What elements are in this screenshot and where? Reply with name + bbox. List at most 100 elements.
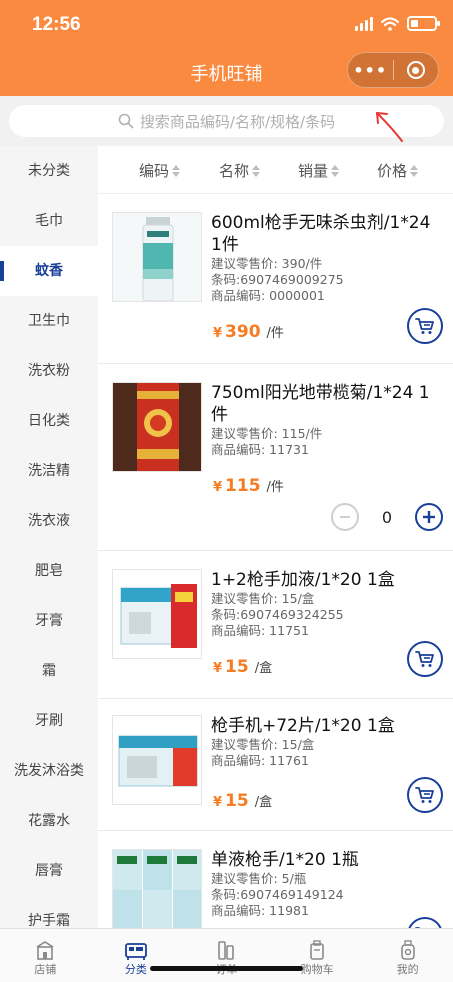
product-item[interactable]: 枪手机+72片/1*20 1盒 建议零售价: 15/盒 商品编码: 11761 … — [98, 699, 453, 831]
product-price: ¥ 15 /盒 — [213, 791, 272, 811]
product-list: 600ml枪手无味杀虫剂/1*24 1件 建议零售价: 390/件 条码:690… — [98, 194, 453, 928]
sidebar-item-mosquito-coil[interactable]: 蚊香 — [0, 246, 98, 296]
sort-sales-label: 销量 — [298, 162, 329, 180]
product-retail-price: 建议零售价: 15/盒 — [211, 591, 315, 606]
product-code: 商品编码: 11751 — [211, 623, 309, 638]
price-unit: /件 — [266, 326, 284, 341]
product-barcode: 条码:6907469324255 — [211, 607, 344, 622]
tab-shop[interactable]: 店铺 — [0, 929, 91, 982]
product-image — [112, 849, 202, 928]
tab-label: 分类 — [124, 963, 147, 976]
sidebar-item-soap[interactable]: 肥皂 — [0, 546, 98, 596]
search-icon — [118, 113, 134, 129]
annotation-arrow-icon — [376, 112, 403, 142]
close-miniprogram-button[interactable] — [393, 61, 438, 79]
product-image — [112, 212, 202, 302]
product-name: 1+2枪手加液/1*20 1盒 — [211, 570, 395, 590]
product-name-line: 750ml阳光地带榄菊/1*24 1 — [211, 383, 430, 403]
product-image — [112, 382, 202, 472]
price-value: 15 — [225, 791, 249, 811]
product-retail-price: 建议零售价: 115/件 — [211, 426, 323, 441]
app-header: 12:56 手机旺铺 ••• — [0, 0, 453, 96]
sidebar-item-toothpaste[interactable]: 牙膏 — [0, 596, 98, 646]
tab-label: 店铺 — [34, 963, 57, 976]
currency-symbol: ¥ — [213, 795, 223, 810]
product-name: 枪手机+72片/1*20 1盒 — [211, 716, 395, 736]
add-to-cart-button[interactable] — [407, 641, 443, 677]
product-name-line: 600ml枪手无味杀虫剂/1*24 — [211, 213, 431, 233]
quantity-value[interactable]: 0 — [359, 508, 415, 527]
tab-orders[interactable]: 订单 — [181, 929, 272, 982]
product-image — [112, 569, 202, 659]
product-name: 单液枪手/1*20 1瓶 — [211, 850, 359, 870]
product-name-line: 1件 — [211, 235, 239, 255]
price-value: 15 — [225, 657, 249, 677]
sort-arrows-icon — [410, 164, 419, 177]
sort-name-label: 名称 — [219, 162, 250, 180]
sidebar-item-sanitary-pad[interactable]: 卫生巾 — [0, 296, 98, 346]
decrease-quantity-button[interactable] — [331, 503, 359, 531]
sort-code-label: 编码 — [139, 162, 170, 180]
sidebar-item-daily-chemicals[interactable]: 日化类 — [0, 396, 98, 446]
tab-profile[interactable]: 我的 — [362, 929, 453, 982]
sidebar-item-floral-water[interactable]: 花露水 — [0, 796, 98, 846]
product-item[interactable]: 600ml枪手无味杀虫剂/1*24 1件 建议零售价: 390/件 条码:690… — [98, 194, 453, 364]
product-item[interactable]: 750ml阳光地带榄菊/1*24 1 件 建议零售价: 115/件 商品编码: … — [98, 364, 453, 551]
product-item[interactable]: 1+2枪手加液/1*20 1盒 建议零售价: 15/盒 条码:690746932… — [98, 551, 453, 699]
sort-by-name[interactable]: 名称 — [219, 160, 261, 181]
add-to-cart-button[interactable] — [407, 308, 443, 344]
plus-icon — [423, 511, 435, 523]
product-price: ¥ 390 /件 — [213, 322, 284, 342]
product-barcode: 条码:6907469009275 — [211, 272, 344, 287]
product-retail-price: 建议零售价: 390/件 — [211, 256, 323, 271]
add-to-cart-button[interactable] — [407, 917, 443, 928]
sort-price-label: 价格 — [377, 162, 408, 180]
target-icon — [406, 61, 425, 79]
sidebar-item-uncategorized[interactable]: 未分类 — [0, 146, 98, 196]
wifi-icon — [381, 16, 399, 31]
product-name: 600ml枪手无味杀虫剂/1*24 1件 — [211, 212, 443, 256]
sidebar-item-hand-cream[interactable]: 护手霜 — [0, 896, 98, 928]
sidebar-item-shampoo-bath[interactable]: 洗发沐浴类 — [0, 746, 98, 796]
battery-icon — [407, 16, 440, 31]
minus-icon — [340, 516, 350, 518]
tab-category[interactable]: 分类 — [91, 929, 182, 982]
product-code: 商品编码: 11761 — [211, 753, 309, 768]
add-to-cart-button[interactable] — [407, 777, 443, 813]
sidebar-item-laundry-liquid[interactable]: 洗衣液 — [0, 496, 98, 546]
cart-icon — [415, 787, 434, 803]
price-unit: /盒 — [254, 661, 273, 676]
product-code: 商品编码: 0000001 — [211, 288, 325, 303]
currency-symbol: ¥ — [213, 326, 223, 341]
tab-label: 我的 — [396, 963, 419, 976]
sidebar-item-dish-soap[interactable]: 洗洁精 — [0, 446, 98, 496]
product-image — [112, 715, 202, 805]
category-sidebar: 未分类 毛巾 蚊香 卫生巾 洗衣粉 日化类 洗洁精 洗衣液 肥皂 牙膏 霜 牙刷… — [0, 146, 98, 928]
sort-arrows-icon — [252, 164, 261, 177]
product-name-line: 件 — [211, 405, 228, 425]
shop-icon — [34, 937, 56, 961]
price-value: 390 — [225, 322, 261, 342]
cart-icon — [415, 318, 434, 334]
sort-by-code[interactable]: 编码 — [139, 160, 181, 181]
product-price: ¥ 115 /件 — [213, 476, 284, 496]
sidebar-item-towel[interactable]: 毛巾 — [0, 196, 98, 246]
sidebar-item-toothbrush[interactable]: 牙刷 — [0, 696, 98, 746]
more-button[interactable]: ••• — [348, 61, 393, 80]
tab-cart[interactable]: 购物车 — [272, 929, 363, 982]
sidebar-item-cream[interactable]: 霜 — [0, 646, 98, 696]
order-icon — [215, 937, 237, 961]
sidebar-item-lip-balm[interactable]: 唇膏 — [0, 846, 98, 896]
currency-symbol: ¥ — [213, 480, 223, 495]
sidebar-item-washing-powder[interactable]: 洗衣粉 — [0, 346, 98, 396]
miniprogram-capsule: ••• — [347, 52, 439, 88]
quantity-stepper: 0 — [331, 503, 443, 531]
product-item[interactable]: 单液枪手/1*20 1瓶 建议零售价: 5/瓶 条码:6907469149124… — [98, 831, 453, 928]
increase-quantity-button[interactable] — [415, 503, 443, 531]
sort-by-sales[interactable]: 销量 — [298, 160, 340, 181]
category-icon — [124, 937, 148, 961]
product-retail-price: 建议零售价: 15/盒 — [211, 737, 315, 752]
cart-icon — [306, 937, 328, 961]
sort-by-price[interactable]: 价格 — [377, 160, 419, 181]
price-unit: /盒 — [254, 795, 273, 810]
